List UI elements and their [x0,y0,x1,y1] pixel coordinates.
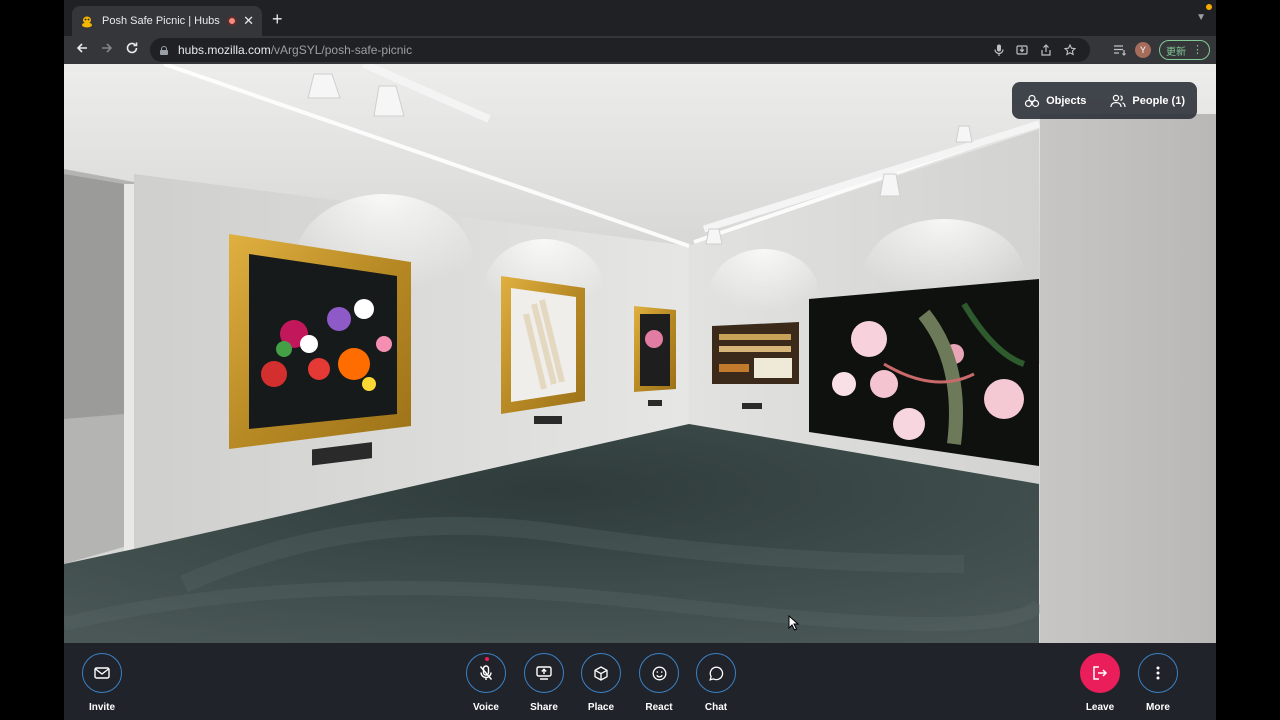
more-label: More [1146,702,1170,713]
voice-button[interactable]: Voice [456,653,516,713]
profile-avatar[interactable]: Y [1135,42,1151,58]
voice-label: Voice [473,702,499,713]
place-label: Place [587,702,615,713]
bookmark-star-icon[interactable] [1064,44,1076,56]
people-icon [1110,94,1127,107]
chat-button[interactable]: Chat [686,653,746,713]
new-tab-button[interactable]: + [272,10,283,28]
screen-share-icon [536,666,552,680]
tab-strip: Posh Safe Picnic | Hubs by ✕ + ▼ [64,0,1216,36]
browser-window: Posh Safe Picnic | Hubs by ✕ + ▼ hubs.mo… [64,0,1216,720]
react-button[interactable]: React [629,653,689,713]
kebab-menu-icon: ⋮ [1192,44,1203,56]
notification-dot-icon [1206,4,1212,10]
exit-door-icon [1093,666,1108,680]
tab-title: Posh Safe Picnic | Hubs by [102,15,221,27]
browser-tab[interactable]: Posh Safe Picnic | Hubs by ✕ [72,6,262,36]
reload-button[interactable] [122,40,142,60]
smiley-face-icon [652,666,666,680]
share-page-icon[interactable] [1040,44,1052,56]
microphone-muted-icon [479,665,493,680]
people-label: People (1) [1132,94,1185,107]
update-button[interactable]: 更新 ⋮ [1159,40,1210,60]
more-button[interactable]: More [1128,653,1188,713]
cube-icon [594,665,608,681]
hubs-3d-viewport[interactable]: Objects People (1) [64,64,1216,643]
vertical-dots-icon [1156,666,1160,680]
share-button[interactable]: Share [514,653,574,713]
chat-bubble-icon [708,666,723,681]
install-app-icon[interactable] [1016,44,1028,56]
place-button[interactable]: Place [571,653,631,713]
leave-button[interactable]: Leave [1070,653,1130,713]
envelope-icon [94,667,110,679]
hubs-favicon-icon [82,16,92,28]
tab-close-icon[interactable]: ✕ [243,13,254,29]
leave-label: Leave [1085,702,1115,713]
invite-label: Invite [88,702,116,713]
objects-label: Objects [1046,94,1087,107]
objects-people-panel: Objects People (1) [1012,82,1197,119]
microphone-icon[interactable] [994,44,1004,56]
media-queue-icon[interactable] [1113,44,1127,56]
react-label: React [645,702,673,713]
back-arrow-icon [76,43,87,53]
mic-muted-indicator-icon [485,657,489,661]
address-bar[interactable]: hubs.mozilla.com/vArgSYL/posh-safe-picni… [150,38,1090,62]
share-label: Share [530,702,558,713]
forward-button[interactable] [97,40,117,60]
tab-search-chevron-icon[interactable]: ▼ [1196,12,1206,23]
gallery-scene [64,64,1216,643]
update-label: 更新 [1166,46,1186,58]
invite-button[interactable]: Invite [72,653,132,713]
forward-arrow-icon [102,43,113,53]
back-button[interactable] [72,40,92,60]
browser-toolbar: hubs.mozilla.com/vArgSYL/posh-safe-picni… [64,36,1216,64]
url-text: hubs.mozilla.com/vArgSYL/posh-safe-picni… [178,43,413,57]
chat-label: Chat [704,702,728,713]
recording-indicator-icon [227,16,238,26]
lock-icon[interactable] [160,45,168,55]
hubs-bottom-toolbar: Invite Voice Share Place React Chat Leav… [64,643,1216,720]
objects-button[interactable]: Objects [1024,94,1086,108]
objects-icon [1024,94,1040,107]
people-button[interactable]: People (1) [1110,94,1185,108]
mouse-cursor-icon [788,615,800,631]
reload-icon [126,42,138,54]
